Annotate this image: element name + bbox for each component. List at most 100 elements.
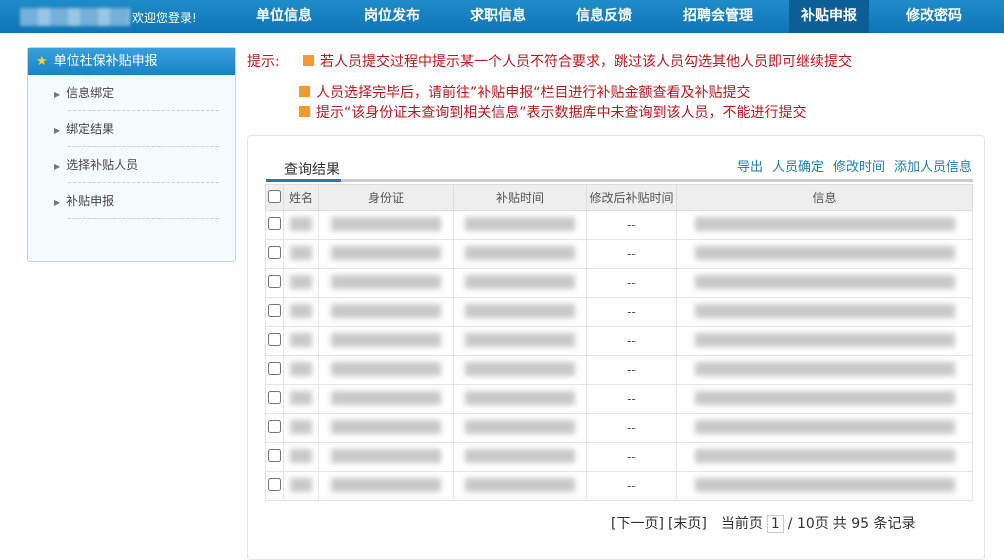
table-row[interactable]: -- — [265, 239, 973, 269]
modified-time-cell: -- — [586, 239, 677, 269]
current-page-input[interactable]: 1 — [766, 515, 784, 533]
logo — [20, 8, 130, 26]
add-person-link[interactable]: 添加人员信息 — [894, 160, 972, 175]
tip-line: 若人员提交过程中提示某一个人员不符合要求，跳过该人员勾选其他人员即可继续提交 — [320, 54, 852, 70]
blurred-time — [465, 419, 575, 434]
row-checkbox[interactable] — [268, 246, 281, 259]
blurred-info — [694, 390, 955, 405]
sidebar-item-label: 补贴申报 — [66, 194, 115, 208]
current-page-label: 当前页 — [720, 516, 763, 532]
blurred-info — [694, 274, 955, 289]
blurred-info — [694, 332, 955, 347]
table-row[interactable]: -- — [265, 442, 973, 472]
nav-job-post[interactable]: 岗位发布 — [348, 0, 436, 33]
table-row[interactable]: -- — [265, 210, 973, 240]
sidebar-item-select-people[interactable]: ▶ 选择补贴人员 — [54, 147, 219, 183]
modify-time-link[interactable]: 修改时间 — [833, 160, 885, 175]
table-row[interactable]: -- — [265, 268, 973, 298]
blurred-time — [465, 361, 575, 376]
blurred-name — [290, 448, 312, 463]
table-row[interactable]: -- — [265, 471, 973, 501]
blurred-time — [465, 274, 575, 289]
sidebar-item-label: 信息绑定 — [66, 86, 115, 100]
sidebar-item-bind-result[interactable]: ▶ 绑定结果 — [54, 111, 219, 147]
blurred-name — [290, 245, 312, 260]
results-panel: 查询结果 导出 人员确定 修改时间 添加人员信息 姓名 身份证 补贴时间 修改后补贴时… — [247, 135, 985, 560]
triangle-icon: ▶ — [54, 162, 61, 171]
sidebar-item-label: 绑定结果 — [66, 122, 115, 136]
select-all-checkbox[interactable] — [268, 189, 281, 203]
sidebar-title: 单位社保补贴申报 — [53, 54, 158, 69]
nav-job-seek[interactable]: 求职信息 — [454, 0, 542, 33]
blurred-id — [331, 390, 441, 405]
pagination: [下一页] [末页] 当前页 1/ 10页共 95 条记录 — [611, 513, 920, 533]
nav-change-password[interactable]: 修改密码 — [890, 0, 978, 33]
modified-time-cell: -- — [586, 442, 677, 472]
row-checkbox[interactable] — [268, 362, 281, 375]
row-checkbox[interactable] — [268, 217, 281, 230]
confirm-people-link[interactable]: 人员确定 — [772, 160, 824, 175]
blurred-info — [694, 419, 955, 434]
modified-time-cell: -- — [586, 268, 677, 298]
modified-time-cell: -- — [586, 355, 677, 385]
col-id: 身份证 — [318, 184, 454, 211]
table-row[interactable]: -- — [265, 297, 973, 327]
blurred-name — [290, 332, 312, 347]
triangle-icon: ▶ — [54, 90, 61, 99]
total-pages: / 10页 — [787, 516, 829, 532]
bullet-icon — [303, 55, 314, 66]
welcome-text: 欢迎您登录! — [132, 11, 197, 25]
tip-line: 人员选择完毕后，请前往”补贴申报“栏目进行补贴金额查看及补贴提交 — [316, 85, 751, 101]
blurred-id — [331, 216, 441, 231]
sidebar-item-bind[interactable]: ▶ 信息绑定 — [54, 75, 219, 111]
table-row[interactable]: -- — [265, 384, 973, 414]
tip-line: 提示“该身份证未查询到相关信息”表示数据库中未查询到该人员，不能进行提交 — [316, 105, 807, 121]
sidebar-item-label: 选择补贴人员 — [66, 158, 139, 172]
blurred-id — [331, 448, 441, 463]
next-page-link[interactable]: [下一页] — [611, 516, 664, 532]
modified-time-cell: -- — [586, 471, 677, 501]
row-checkbox[interactable] — [268, 275, 281, 288]
sidebar-header: ★ 单位社保补贴申报 — [28, 48, 235, 75]
blurred-id — [331, 332, 441, 347]
blurred-name — [290, 390, 312, 405]
table-row[interactable]: -- — [265, 355, 973, 385]
row-checkbox[interactable] — [268, 449, 281, 462]
blurred-time — [465, 448, 575, 463]
blurred-id — [331, 303, 441, 318]
bullet-icon — [299, 106, 310, 117]
blurred-id — [331, 419, 441, 434]
export-link[interactable]: 导出 — [737, 160, 763, 175]
blurred-info — [694, 448, 955, 463]
last-page-link[interactable]: [末页] — [668, 516, 707, 532]
sidebar-item-subsidy-apply[interactable]: ▶ 补贴申报 — [54, 183, 219, 219]
blurred-info — [694, 303, 955, 318]
col-info: 信息 — [676, 184, 973, 211]
row-checkbox[interactable] — [268, 420, 281, 433]
nav-feedback[interactable]: 信息反馈 — [560, 0, 648, 33]
blurred-id — [331, 245, 441, 260]
nav-job-fair[interactable]: 招聘会管理 — [670, 0, 766, 33]
row-checkbox[interactable] — [268, 333, 281, 346]
col-modified-time: 修改后补贴时间 — [586, 184, 677, 211]
blurred-name — [290, 419, 312, 434]
row-checkbox[interactable] — [268, 478, 281, 491]
bullet-icon — [299, 86, 310, 97]
modified-time-cell: -- — [586, 384, 677, 414]
sidebar: ★ 单位社保补贴申报 ▶ 信息绑定 ▶ 绑定结果 ▶ 选择补贴人员 ▶ 补贴申报 — [27, 47, 236, 262]
table-row[interactable]: -- — [265, 413, 973, 443]
nav-subsidy[interactable]: 补贴申报 — [789, 0, 869, 33]
blurred-time — [465, 477, 575, 492]
row-checkbox[interactable] — [268, 391, 281, 404]
row-checkbox[interactable] — [268, 304, 281, 317]
table-row[interactable]: -- — [265, 326, 973, 356]
nav-unit-info[interactable]: 单位信息 — [240, 0, 328, 33]
blurred-info — [694, 477, 955, 492]
modified-time-cell: -- — [586, 326, 677, 356]
col-name: 姓名 — [283, 184, 319, 211]
results-title: 查询结果 — [284, 162, 340, 178]
blurred-time — [465, 332, 575, 347]
blurred-info — [694, 361, 955, 376]
blurred-name — [290, 274, 312, 289]
tips-label: 提示: — [247, 54, 280, 70]
